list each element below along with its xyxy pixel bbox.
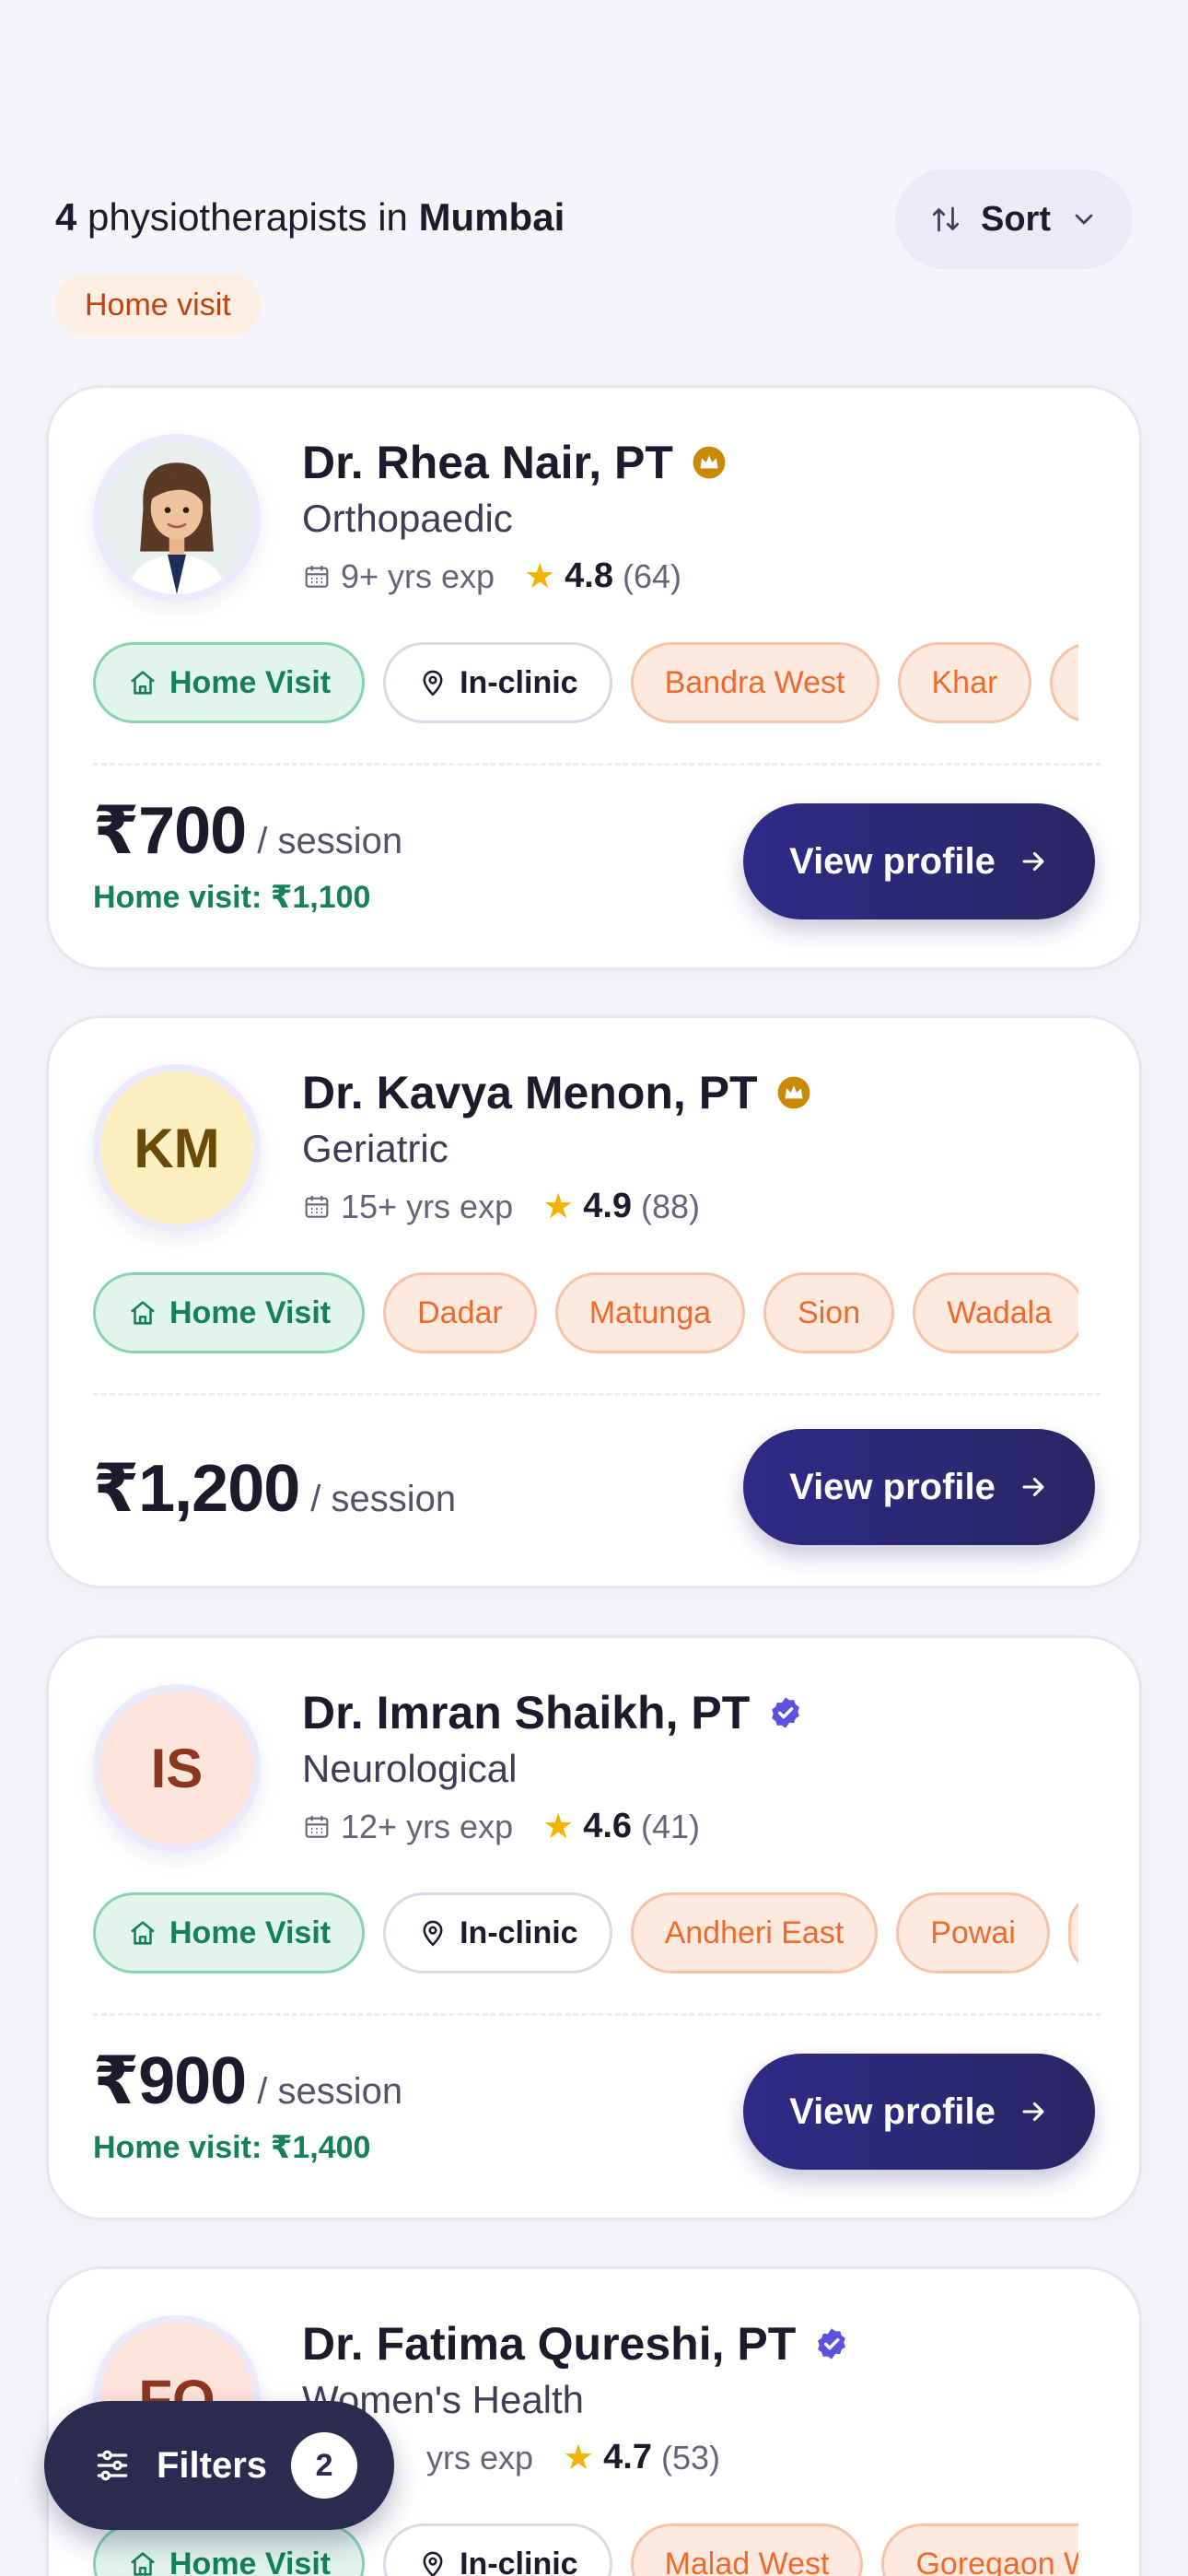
sliders-icon [92,2445,133,2486]
home-icon [127,2548,158,2576]
doctor-name[interactable]: Dr. Fatima Qureshi, PT [302,2317,849,2371]
calendar-icon [302,1192,332,1222]
tag-home-visit: Home Visit [93,1892,366,1973]
tag-area: Sion [763,1272,895,1353]
tag-area: Dadar [383,1272,537,1353]
rating-value: 4.7 [603,2438,652,2476]
avatar: KM [93,1064,261,1232]
review-count: (53) [660,2438,720,2476]
doctor-meta: 15+ yrs exp ★ 4.9 (88) [302,1186,700,1227]
review-count: (64) [623,556,682,595]
filters-label: Filters [157,2444,268,2486]
home-visit-price: Home visit: ₹1,100 [93,880,371,915]
tag-in-clinic: In-clinic [383,1892,612,1973]
doctor-meta: 9+ yrs exp ★ 4.8 (64) [302,556,681,597]
home-icon [127,667,158,698]
tag-row: Home Visit In-clinic Bandra West Khar S [93,642,1078,727]
specialty: Geriatric [302,1127,448,1170]
tag-row: Home Visit In-clinic Malad West Goregaon… [93,2523,1078,2576]
star-icon: ★ [542,1808,575,1846]
active-filter-chip[interactable]: Home visit [55,275,261,335]
avatar: IS [93,1684,261,1852]
location-pin-icon [417,2548,448,2576]
crown-icon [692,445,727,480]
tag-row: Home Visit Dadar Matunga Sion Wadala [93,1272,1078,1357]
doctor-meta: 12+ yrs exp ★ 4.6 (41) [302,1806,700,1847]
tag-home-visit: Home Visit [93,2523,366,2576]
results-title: 4 physiotherapists in Mumbai [55,195,565,239]
star-icon: ★ [542,1188,575,1226]
arrow-right-icon [1018,1471,1049,1503]
view-profile-button[interactable]: View profile [743,1429,1095,1545]
results-header: 4 physiotherapists in Mumbai Sort Home v… [55,166,1133,350]
review-count: (88) [641,1187,701,1225]
crown-icon [776,1075,811,1110]
arrow-right-icon [1018,2096,1049,2127]
tag-area: Khar [897,642,1032,723]
tag-area [1067,1892,1078,1973]
home-icon [127,1297,158,1329]
calendar-icon [302,1812,332,1842]
view-profile-button[interactable]: View profile [743,803,1095,919]
location-pin-icon [417,667,448,698]
rating-value: 4.6 [583,1807,633,1845]
experience-text: 15+ yrs exp [341,1187,514,1225]
tag-row: Home Visit In-clinic Andheri East Powai [93,1892,1078,1977]
doctor-name[interactable]: Dr. Rhea Nair, PT [302,436,727,489]
home-icon [127,1917,158,1949]
experience-text: 12+ yrs exp [341,1807,514,1845]
session-price: ₹900 / session [93,2044,403,2118]
filters-button[interactable]: Filters 2 [44,2401,394,2530]
calendar-icon [302,562,332,591]
tag-in-clinic: In-clinic [383,2523,612,2576]
therapist-card[interactable]: KM Dr. Kavya Menon, PT Geriatric 15+ yrs… [46,1015,1142,1588]
tag-area: Bandra West [630,642,879,723]
review-count: (41) [641,1807,701,1845]
filters-count-badge: 2 [291,2432,358,2499]
sort-button[interactable]: Sort [895,170,1133,269]
location-pin-icon [417,1917,448,1949]
tag-home-visit: Home Visit [93,642,366,723]
experience-text: yrs exp [426,2438,534,2476]
tag-home-visit: Home Visit [93,1272,366,1353]
arrow-right-icon [1018,846,1049,877]
sort-label: Sort [981,199,1051,239]
search-results-page: 4 physiotherapists in Mumbai Sort Home v… [0,0,1188,2576]
verified-icon [768,1695,803,1730]
card-divider [93,1393,1101,1396]
tag-area: S [1050,642,1078,723]
verified-icon [814,2326,849,2361]
home-visit-price: Home visit: ₹1,400 [93,2130,371,2165]
doctor-name[interactable]: Dr. Kavya Menon, PT [302,1066,811,1119]
session-price: ₹1,200 / session [93,1452,457,1526]
doctor-name[interactable]: Dr. Imran Shaikh, PT [302,1686,803,1739]
rating-value: 4.8 [565,556,613,595]
doctor-meta: yrs exp ★ 4.7 (53) [426,2437,720,2478]
sort-arrows-icon [929,203,962,236]
tag-in-clinic: In-clinic [383,642,612,723]
tag-area: Malad West [630,2523,864,2576]
tag-area: Matunga [554,1272,746,1353]
specialty: Orthopaedic [302,497,513,540]
tag-area: Andheri East [630,1892,879,1973]
view-profile-button[interactable]: View profile [743,2054,1095,2170]
card-divider [93,2013,1101,2016]
therapist-card[interactable]: Dr. Rhea Nair, PT Orthopaedic 9+ yrs exp… [46,385,1142,970]
chevron-down-icon [1069,205,1099,234]
tag-area: Wadala [913,1272,1078,1353]
specialty: Neurological [302,1747,518,1790]
avatar [93,434,261,602]
session-price: ₹700 / session [93,794,403,868]
therapist-card[interactable]: IS Dr. Imran Shaikh, PT Neurological 12+… [46,1635,1142,2220]
experience-text: 9+ yrs exp [341,556,495,595]
star-icon: ★ [563,2439,595,2477]
star-icon: ★ [524,557,556,596]
card-divider [93,763,1101,766]
tag-area: Goregaon W [881,2523,1078,2576]
tag-area: Powai [896,1892,1050,1973]
rating-value: 4.9 [583,1187,633,1225]
